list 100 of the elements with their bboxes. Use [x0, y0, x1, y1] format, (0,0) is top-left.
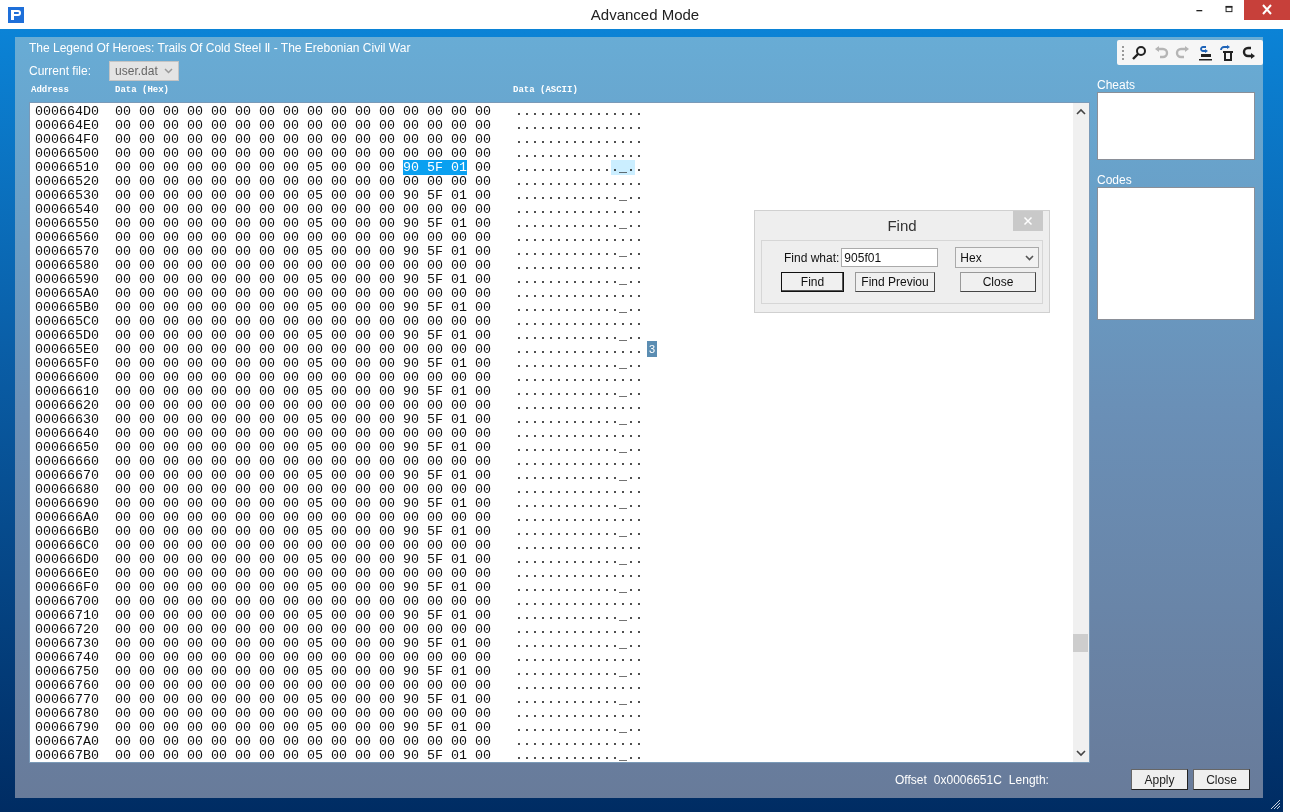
ascii-cell: ............._.. — [515, 413, 643, 427]
ascii-cell: ................ — [515, 567, 643, 581]
address-cell: 00066780 — [35, 707, 99, 721]
hex-cell: 00 00 00 00 00 00 00 00 05 00 00 00 90 5F 01 00 — [115, 749, 491, 763]
scroll-down-icon[interactable] — [1076, 749, 1086, 757]
address-cell: 00066690 — [35, 497, 99, 511]
hex-cell: 00 00 00 00 00 00 00 00 05 00 00 00 90 5F 01 00 — [115, 217, 491, 231]
ascii-cell: ............._.. — [515, 749, 643, 763]
find-what-field[interactable]: 905f01 — [841, 248, 939, 267]
hex-cell: 00 00 00 00 00 00 00 00 00 00 00 00 00 00 00 00 — [115, 133, 491, 147]
address-cell: 00066570 — [35, 245, 99, 259]
hex-cell: 00 00 00 00 00 00 00 00 05 00 00 00 90 5F 01 00 — [115, 273, 491, 287]
address-cell: 000665E0 — [35, 343, 99, 357]
hex-cell: 00 00 00 00 00 00 00 00 05 00 00 00 90 5F 01 00 — [115, 721, 491, 735]
codes-list[interactable] — [1097, 187, 1255, 320]
apply-button[interactable]: Apply — [1131, 769, 1188, 790]
address-cell: 000666A0 — [35, 511, 99, 525]
close-button[interactable]: Close — [1193, 769, 1250, 790]
current-file-label: Current file: — [29, 64, 92, 78]
address-cell: 000665C0 — [35, 315, 99, 329]
ascii-cell: ................ — [515, 133, 643, 147]
hex-cell: 00 00 00 00 00 00 00 00 05 00 00 00 90 5F 01 00 — [115, 665, 491, 679]
hex-view[interactable] — [29, 102, 1090, 763]
address-cell: 00066630 — [35, 413, 99, 427]
ascii-cell: ................ — [515, 315, 643, 329]
hex-cell: 00 00 00 00 00 00 00 00 05 00 00 00 90 5F 01 00 — [115, 609, 491, 623]
ascii-cell: ............._.. — [515, 581, 643, 595]
hex-cell: 00 00 00 00 00 00 00 00 00 00 00 00 00 00 00 00 — [115, 511, 491, 525]
hex-cell: 00 00 00 00 00 00 00 00 00 00 00 00 00 00 00 00 — [115, 371, 491, 385]
resize-grip-icon[interactable] — [1269, 798, 1281, 810]
scroll-thumb[interactable] — [1073, 634, 1088, 652]
offset-label: Offset — [895, 773, 927, 787]
ascii-cell: ................ — [515, 343, 643, 357]
game-title: The Legend Of Heroes: Trails Of Cold Steel Ⅱ - The Erebonian Civil War — [29, 41, 411, 56]
cheats-list[interactable] — [1097, 92, 1255, 160]
ascii-cell: ............._.. — [515, 693, 643, 707]
ascii-text: . — [635, 160, 643, 175]
address-cell: 00066750 — [35, 665, 99, 679]
address-cell: 00066600 — [35, 371, 99, 385]
column-header: Data (ASCII) — [513, 85, 578, 95]
hex-cell: 00 00 00 00 00 00 00 00 00 00 00 00 00 00 00 00 — [115, 147, 491, 161]
ascii-cell: ................ — [515, 651, 643, 665]
hex-cell: 00 00 00 00 00 00 00 00 00 00 00 00 00 00 00 00 — [115, 105, 491, 119]
ascii-cell: ................ — [515, 231, 643, 245]
grip-icon — [1122, 44, 1125, 61]
find-previous-button[interactable]: Find Previou — [855, 272, 935, 292]
scrollbar[interactable] — [1073, 103, 1089, 762]
hex-cell: 00 00 00 00 00 00 00 00 05 00 00 00 90 5F 01 00 — [115, 693, 491, 707]
ascii-cell: ................ — [515, 371, 643, 385]
address-cell: 00066550 — [35, 217, 99, 231]
chevron-icon — [163, 68, 173, 74]
close-button[interactable] — [1244, 0, 1290, 20]
hex-cell: 00 00 00 00 00 00 00 00 00 00 00 00 00 00 00 00 — [115, 399, 491, 413]
hex-cell: 00 00 00 00 00 00 00 00 05 00 00 00 90 5F 01 00 — [115, 637, 491, 651]
ascii-cell: ................ — [515, 175, 643, 189]
ascii-cell: ............._.. — [515, 217, 643, 231]
address-cell: 00066760 — [35, 679, 99, 693]
ascii-cell: ................ — [515, 427, 643, 441]
ascii-cell: ............._.. — [515, 301, 643, 315]
hex-text: 00 00 00 00 00 00 00 00 05 00 00 00 — [115, 160, 396, 175]
close-button[interactable]: Close — [960, 272, 1036, 292]
chevron-icon — [1025, 254, 1035, 261]
hex-cell: 00 00 00 00 00 00 00 00 00 00 00 00 00 00 00 00 — [115, 735, 491, 749]
address-cell: 00066540 — [35, 203, 99, 217]
address-cell: 000666E0 — [35, 567, 99, 581]
ascii-cell: ............._.. — [515, 721, 643, 735]
hex-cell: 00 00 00 00 00 00 00 00 00 00 00 00 00 00 00 00 — [115, 203, 491, 217]
address-cell: 000667A0 — [35, 735, 99, 749]
address-cell: 00066710 — [35, 609, 99, 623]
selected-bytes: 90 5F 01 — [402, 160, 467, 175]
address-cell: 00066510 — [35, 161, 99, 175]
selected-ascii: ._. — [611, 160, 635, 175]
ascii-cell: ............._.. — [515, 357, 643, 371]
ascii-cell: ............._.. — [515, 385, 643, 399]
mode-dropdown[interactable]: Hex — [955, 247, 1040, 268]
address-cell: 00066730 — [35, 637, 99, 651]
ascii-cell: ............._.. — [515, 553, 643, 567]
import-icon[interactable] — [1197, 44, 1213, 61]
ascii-cell: ................ — [515, 147, 643, 161]
address-cell: 000665F0 — [35, 357, 99, 371]
ascii-cell: ................ — [515, 203, 643, 217]
find-button[interactable]: Find — [781, 272, 844, 292]
address-cell: 00066670 — [35, 469, 99, 483]
scroll-up-icon[interactable] — [1076, 108, 1086, 116]
address-cell: 000666F0 — [35, 581, 99, 595]
address-cell: 00066650 — [35, 441, 99, 455]
address-cell: 00066590 — [35, 273, 99, 287]
hex-cell: 00 00 00 00 00 00 00 00 00 00 00 00 00 00 00 00 — [115, 343, 491, 357]
address-cell: 000665A0 — [35, 287, 99, 301]
curved-arrow-icon[interactable] — [1241, 44, 1257, 61]
ascii-cell: ............._.. — [515, 497, 643, 511]
ascii-cell: ................ — [515, 539, 643, 553]
hex-cell: 00 00 00 00 00 00 00 00 00 00 00 00 00 00 00 00 — [115, 259, 491, 273]
dialog-title: Find — [887, 217, 917, 234]
address-cell: 00066700 — [35, 595, 99, 609]
hex-cell: 00 00 00 00 00 00 00 00 05 00 00 00 90 5F 01 00 — [115, 329, 491, 343]
search-icon[interactable] — [1131, 44, 1147, 61]
hex-cell: 00 00 00 00 00 00 00 00 00 00 00 00 00 00 00 00 — [115, 175, 491, 189]
export-icon[interactable] — [1219, 44, 1235, 61]
address-cell: 00066580 — [35, 259, 99, 273]
